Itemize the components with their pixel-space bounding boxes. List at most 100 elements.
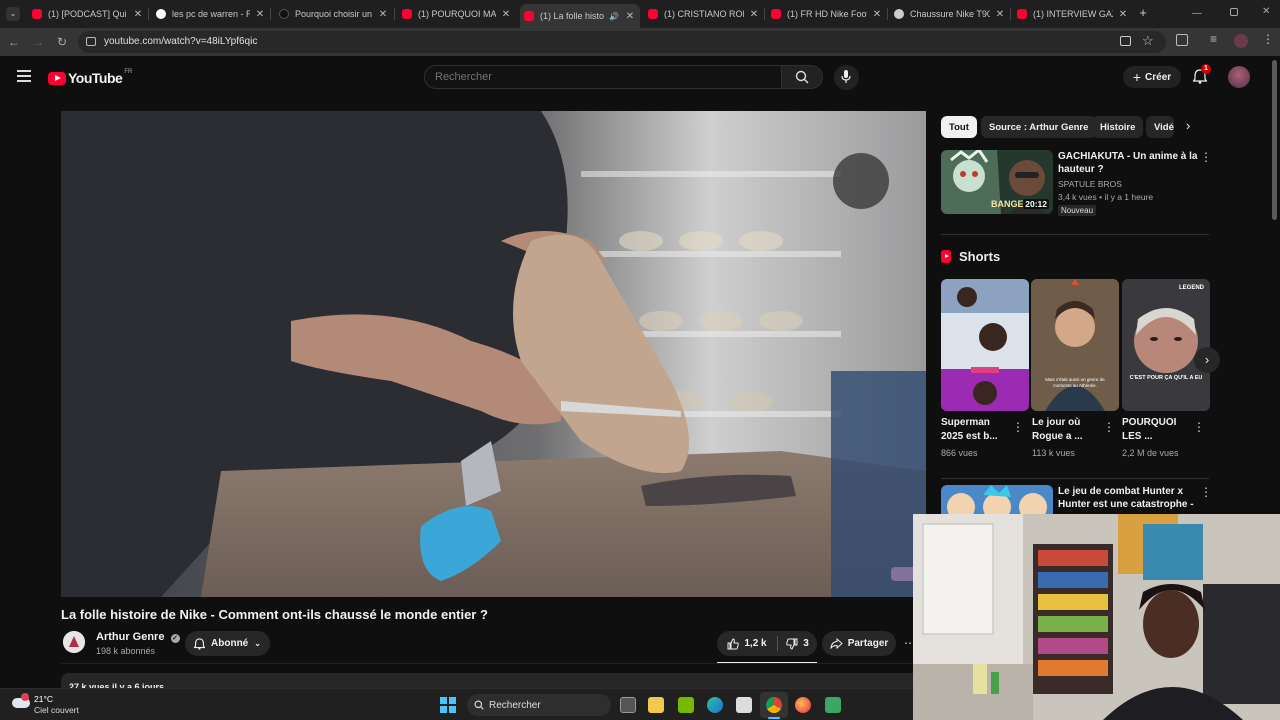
- window-close-icon[interactable]: ✕: [1262, 6, 1270, 17]
- chip-source[interactable]: Source : Arthur Genre: [981, 116, 1097, 138]
- firefox-icon[interactable]: [795, 697, 811, 713]
- like-button[interactable]: 1,2 k: [717, 631, 777, 656]
- weather-alert-icon: [21, 693, 29, 701]
- store-icon[interactable]: [736, 697, 752, 713]
- site-info-icon[interactable]: [86, 37, 96, 46]
- youtube-logo[interactable]: YouTube FR: [48, 69, 132, 86]
- shorts-next-button[interactable]: ›: [1194, 347, 1220, 373]
- close-icon[interactable]: ✕: [500, 9, 512, 20]
- recommendation-item[interactable]: BANGE 20:12 GACHIAKUTA - Un anime à la h…: [941, 150, 1212, 222]
- chips-next-chevron-icon[interactable]: ›: [1186, 118, 1190, 133]
- browser-tab[interactable]: (1) [PODCAST] Qui su ✕: [32, 4, 144, 24]
- browser-menu-icon[interactable]: ⋮: [1262, 32, 1274, 46]
- page-scrollbar[interactable]: [1272, 60, 1277, 220]
- browser-tab-active[interactable]: (1) La folle histoir 🔊 ✕: [520, 4, 640, 28]
- close-icon[interactable]: ✕: [994, 9, 1006, 20]
- video-thumbnail[interactable]: BANGE 20:12: [941, 150, 1053, 214]
- close-icon[interactable]: ✕: [377, 9, 389, 20]
- kebab-menu-icon[interactable]: ⋮: [1200, 150, 1212, 164]
- file-explorer-icon[interactable]: [648, 697, 664, 713]
- kebab-menu-icon[interactable]: ⋮: [1012, 420, 1024, 434]
- dislike-count: 3: [803, 638, 809, 649]
- reload-icon[interactable]: ↻: [54, 34, 70, 50]
- short-title[interactable]: Superman 2025 est b...: [941, 416, 1007, 444]
- browser-tab[interactable]: les pc de warren - Re ✕: [156, 4, 266, 24]
- video-player[interactable]: [61, 111, 926, 597]
- recommendation-channel[interactable]: SPATULE BROS: [1058, 179, 1122, 189]
- browser-tab[interactable]: Pourquoi choisir un P ✕: [279, 4, 389, 24]
- browser-tab-strip: ⌄ (1) [PODCAST] Qui su ✕ les pc de warre…: [0, 0, 1280, 28]
- address-bar[interactable]: youtube.com/watch?v=48iLYpf6qic ☆: [78, 31, 1166, 53]
- notifications-bell-icon[interactable]: 1: [1192, 64, 1211, 89]
- recommendation-title[interactable]: GACHIAKUTA - Un anime à la hauteur ?: [1058, 150, 1198, 176]
- short-thumbnail[interactable]: [941, 279, 1029, 411]
- short-thumbnail[interactable]: Mais c'était aussi un genre de moments a…: [1031, 279, 1119, 411]
- short-thumbnail[interactable]: LEGEND C'EST POUR ÇA QU'IL A EU: [1122, 279, 1210, 411]
- webcam-overlay: [913, 514, 1280, 720]
- chip-history[interactable]: Histoire: [1092, 116, 1144, 138]
- plus-icon: +: [1132, 69, 1142, 85]
- search-button[interactable]: [781, 65, 823, 89]
- minimize-icon[interactable]: —: [1192, 8, 1202, 19]
- chip-all[interactable]: Tout: [941, 116, 977, 138]
- dislike-button[interactable]: 3: [778, 631, 817, 656]
- close-icon[interactable]: ✕: [871, 9, 883, 20]
- share-label: Partager: [847, 638, 889, 649]
- video-thumbnail[interactable]: [941, 485, 1053, 515]
- close-icon[interactable]: ✕: [254, 9, 266, 20]
- browser-tab[interactable]: (1) INTERVIEW GAZC ✕: [1017, 4, 1129, 24]
- restore-icon[interactable]: [1230, 8, 1238, 16]
- kebab-menu-icon[interactable]: ⋮: [1103, 420, 1115, 434]
- close-icon[interactable]: ✕: [132, 9, 144, 20]
- short-title[interactable]: POURQUOI LES ...: [1122, 416, 1188, 444]
- edge-icon[interactable]: [707, 697, 723, 713]
- profile-avatar[interactable]: [1234, 34, 1248, 48]
- url-text: youtube.com/watch?v=48iLYpf6qic: [104, 36, 258, 47]
- browser-tab[interactable]: (1) CRISTIANO RONA ✕: [648, 4, 760, 24]
- nvidia-icon[interactable]: [678, 697, 694, 713]
- taskbar-search[interactable]: Rechercher: [467, 694, 611, 716]
- tab-title: (1) [PODCAST] Qui su: [48, 9, 128, 19]
- cast-icon[interactable]: [1120, 36, 1131, 46]
- speaker-icon[interactable]: 🔊: [608, 12, 620, 21]
- forward-icon[interactable]: →: [30, 34, 46, 50]
- app-icon[interactable]: [825, 697, 841, 713]
- new-tab-button[interactable]: +: [1136, 6, 1150, 20]
- weather-desc: Ciel couvert: [34, 705, 79, 715]
- short-title[interactable]: Le jour où Rogue a ...: [1032, 416, 1098, 444]
- start-button[interactable]: [440, 697, 456, 713]
- search-box[interactable]: [424, 65, 782, 89]
- close-icon[interactable]: ✕: [748, 9, 760, 20]
- subscribed-button[interactable]: Abonné ⌄: [185, 631, 270, 656]
- browser-tab[interactable]: (1) FR HD Nike Footb ✕: [771, 4, 883, 24]
- share-button[interactable]: Partager: [822, 631, 896, 656]
- section-divider: [941, 478, 1209, 479]
- menu-hamburger-icon[interactable]: [17, 70, 31, 82]
- kebab-menu-icon[interactable]: ⋮: [1193, 420, 1205, 434]
- back-icon[interactable]: ←: [6, 34, 22, 50]
- channel-avatar[interactable]: [63, 631, 85, 653]
- extensions-icon[interactable]: [1176, 34, 1188, 46]
- chrome-active-indicator: [768, 717, 780, 719]
- browser-tab[interactable]: Chaussure Nike T90 T ✕: [894, 4, 1006, 24]
- browser-tab[interactable]: (1) POURQUOI MADF ✕: [402, 4, 512, 24]
- chip-videos[interactable]: Vidé: [1146, 116, 1174, 138]
- short-thumbnail-art: [941, 279, 1029, 411]
- recommendation-title[interactable]: Le jeu de combat Hunter x Hunter est une…: [1058, 485, 1198, 515]
- channel-name[interactable]: Arthur Genre ✓: [96, 631, 180, 643]
- create-button[interactable]: + Créer: [1123, 66, 1181, 88]
- search-input[interactable]: [425, 66, 781, 88]
- bookmark-star-icon[interactable]: ☆: [1142, 33, 1154, 49]
- close-icon[interactable]: ✕: [624, 11, 636, 22]
- weather-widget[interactable]: 21°C Ciel couvert: [10, 692, 120, 718]
- kebab-menu-icon[interactable]: ⋮: [1200, 485, 1211, 499]
- reading-list-icon[interactable]: ≡: [1210, 32, 1217, 46]
- chrome-icon[interactable]: [766, 697, 782, 713]
- account-avatar[interactable]: [1228, 66, 1250, 88]
- close-icon[interactable]: ✕: [1117, 9, 1129, 20]
- voice-search-button[interactable]: [834, 65, 859, 90]
- tab-search-dropdown-icon[interactable]: ⌄: [6, 7, 20, 21]
- video-title: La folle histoire de Nike - Comment ont-…: [61, 607, 488, 622]
- task-view-icon[interactable]: [620, 697, 636, 713]
- recommendation-item[interactable]: Le jeu de combat Hunter x Hunter est une…: [941, 485, 1211, 515]
